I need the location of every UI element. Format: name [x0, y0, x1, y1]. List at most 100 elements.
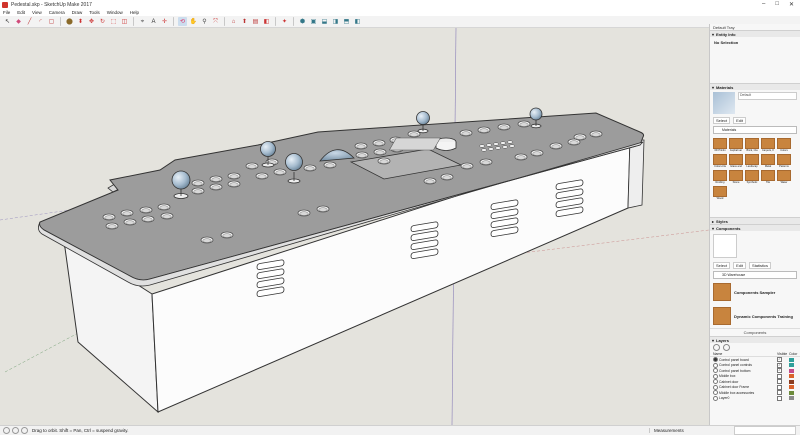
pan-icon[interactable]: ✋ [189, 17, 198, 26]
material-item[interactable]: Landscap [745, 154, 759, 168]
move-icon[interactable]: ✥ [87, 17, 96, 26]
layer-color-swatch[interactable] [789, 379, 794, 384]
material-item[interactable]: Patterns [777, 154, 791, 168]
active-layer-radio[interactable] [713, 357, 718, 363]
scale-icon[interactable]: ⬚ [109, 17, 118, 26]
right-view-icon[interactable]: ◨ [331, 17, 340, 26]
styles-header[interactable]: ▸ Styles [710, 217, 800, 224]
layer-color-swatch[interactable] [789, 363, 794, 368]
components-header[interactable]: ▾ Components [710, 224, 800, 231]
eraser-icon[interactable]: ◆ [14, 17, 23, 26]
measurements-input[interactable] [734, 426, 796, 435]
warehouse-icon[interactable]: ⌂ [229, 17, 238, 26]
tab-select[interactable]: Select [713, 262, 731, 269]
material-item[interactable]: Brick, Cla [745, 138, 759, 152]
layer-visible-checkbox[interactable]: ✓ [777, 362, 782, 368]
menu-help[interactable]: Help [130, 10, 139, 15]
menu-camera[interactable]: Camera [49, 10, 65, 15]
entity-info-header[interactable]: ▾ Entity Info [710, 30, 800, 37]
layer-visible-checkbox[interactable] [777, 373, 782, 379]
material-item[interactable]: Synthetic [745, 170, 759, 184]
layer-color-swatch[interactable] [789, 385, 794, 390]
active-layer-radio[interactable] [713, 384, 718, 390]
menu-edit[interactable]: Edit [17, 10, 25, 15]
share-model-icon[interactable]: ⬆ [240, 17, 249, 26]
front-view-icon[interactable]: ⬓ [320, 17, 329, 26]
tab-edit[interactable]: Edit [733, 262, 747, 269]
material-name-field[interactable]: Default [738, 92, 797, 100]
material-item[interactable]: Colors-Na [713, 154, 727, 168]
orbit-icon[interactable]: ⟲ [178, 17, 187, 26]
layer-visible-checkbox[interactable]: ✓ [777, 357, 782, 363]
text-icon[interactable]: A [149, 17, 158, 26]
menu-window[interactable]: Window [107, 10, 123, 15]
offset-icon[interactable]: ◫ [120, 17, 129, 26]
materials-header[interactable]: ▾ Materials [710, 83, 800, 90]
layer-visible-checkbox[interactable] [777, 379, 782, 385]
material-item[interactable]: 3D Printin [713, 138, 727, 152]
material-item[interactable]: Asphalt an [729, 138, 743, 152]
component-item[interactable]: Components Sampler [710, 280, 800, 304]
iso-view-icon[interactable]: ⬢ [298, 17, 307, 26]
active-layer-radio[interactable] [713, 390, 718, 396]
layout-icon[interactable]: ◧ [262, 17, 271, 26]
active-layer-radio[interactable] [713, 395, 718, 401]
menu-view[interactable]: View [32, 10, 42, 15]
menu-draw[interactable]: Draw [72, 10, 83, 15]
active-layer-radio[interactable] [713, 362, 718, 368]
material-item[interactable]: Glass and [729, 154, 743, 168]
layer-color-swatch[interactable] [789, 374, 794, 379]
tab-edit[interactable]: Edit [733, 117, 747, 124]
left-view-icon[interactable]: ◧ [353, 17, 362, 26]
layers-header[interactable]: ▾ Layers [710, 336, 800, 343]
zoom-extents-icon[interactable]: ⤧ [211, 17, 220, 26]
minimize-button[interactable]: – [762, 1, 765, 8]
line-icon[interactable]: ╱ [25, 17, 34, 26]
component-item[interactable]: Dynamic Components Training [710, 304, 800, 328]
materials-collection-select[interactable]: Materials [713, 126, 797, 134]
arc-icon[interactable]: ◜ [36, 17, 45, 26]
select-icon[interactable]: ↖ [3, 17, 12, 26]
axes-icon[interactable]: ✛ [160, 17, 169, 26]
top-view-icon[interactable]: ▣ [309, 17, 318, 26]
info-icon[interactable] [21, 427, 28, 434]
material-item[interactable]: Water [777, 170, 791, 184]
material-item[interactable]: Tile [761, 170, 775, 184]
layer-visible-checkbox[interactable] [777, 390, 782, 396]
push-pull-icon[interactable]: ⬍ [76, 17, 85, 26]
shapes-icon[interactable]: ▢ [47, 17, 56, 26]
components-search-input[interactable]: 3D Warehouse [713, 271, 797, 279]
layer-color-swatch[interactable] [789, 368, 794, 373]
layer-color-swatch[interactable] [789, 396, 794, 401]
geo-location-icon[interactable] [3, 427, 10, 434]
menu-tools[interactable]: Tools [89, 10, 100, 15]
menu-file[interactable]: File [3, 10, 10, 15]
layer-color-swatch[interactable] [789, 357, 794, 362]
extension-manager-icon[interactable]: ✦ [280, 17, 289, 26]
layer-visible-checkbox[interactable]: ✓ [777, 368, 782, 374]
active-layer-radio[interactable] [713, 373, 718, 379]
tab-statistics[interactable]: Statistics [749, 262, 772, 269]
active-layer-radio[interactable] [713, 368, 718, 374]
add-layer-icon[interactable] [713, 344, 720, 351]
tape-measure-icon[interactable]: ⌖ [138, 17, 147, 26]
modeling-viewport[interactable] [0, 28, 709, 425]
layer-visible-checkbox[interactable] [777, 395, 782, 401]
layer-row[interactable]: Layer0 [710, 395, 800, 402]
active-layer-radio[interactable] [713, 379, 718, 385]
maximize-button[interactable]: □ [775, 1, 779, 8]
delete-layer-icon[interactable] [723, 344, 730, 351]
material-item[interactable]: Metal [761, 154, 775, 168]
extension-warehouse-icon[interactable]: ▤ [251, 17, 260, 26]
back-view-icon[interactable]: ⬒ [342, 17, 351, 26]
rotate-icon[interactable]: ↻ [98, 17, 107, 26]
layer-visible-checkbox[interactable] [777, 384, 782, 390]
material-item[interactable]: Roofing [713, 170, 727, 184]
close-button[interactable]: ✕ [789, 1, 794, 8]
paint-bucket-icon[interactable]: ⬤ [65, 17, 74, 26]
credits-icon[interactable] [12, 427, 19, 434]
zoom-icon[interactable]: ⚲ [200, 17, 209, 26]
tab-select[interactable]: Select [713, 117, 731, 124]
material-item[interactable]: Wood [713, 186, 727, 200]
material-item[interactable]: Stone [729, 170, 743, 184]
